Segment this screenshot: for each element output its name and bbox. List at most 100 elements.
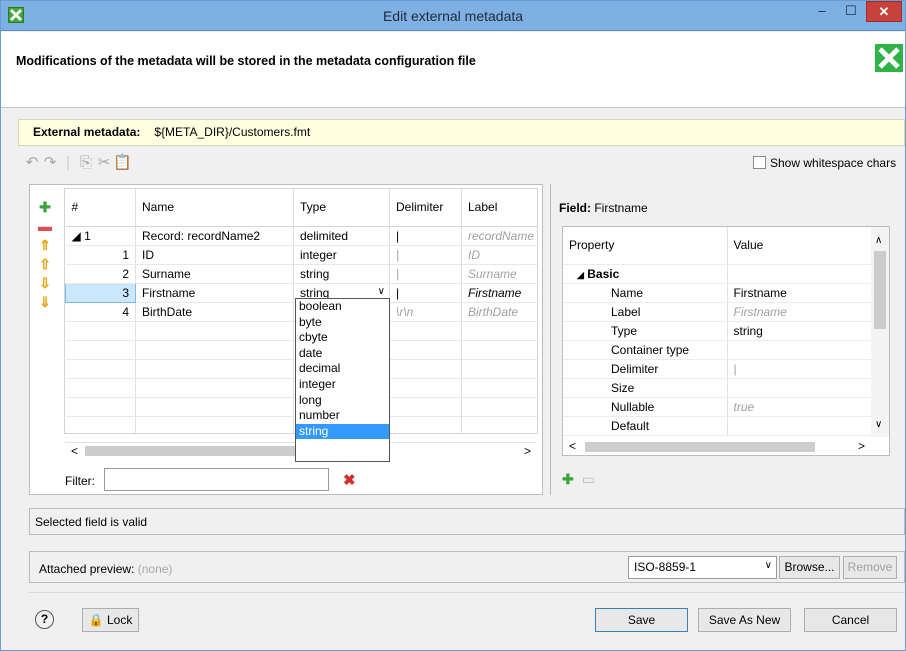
dialog-header: Modifications of the metadata will be st… [1,32,905,108]
column-header[interactable]: Type [293,189,390,227]
collapse-arrow-icon[interactable]: ◢ [72,229,81,243]
cell-type[interactable]: delimited [293,226,390,246]
paste-icon[interactable]: 📋 [113,153,132,171]
cell-label[interactable]: ID [461,245,537,265]
remove-field-icon[interactable]: ▬ [32,218,58,237]
minimize-button[interactable]: – [808,1,836,22]
type-option[interactable]: date [296,346,389,362]
cell-delimiter[interactable]: | [389,245,462,265]
attached-preview-label: Attached preview: (none) [39,562,173,576]
cell-label[interactable]: recordName [461,226,537,246]
browse-button[interactable]: Browse... [779,556,840,579]
property-row[interactable]: Default [563,416,874,436]
external-metadata-path: ${META_DIR}/Customers.fmt [154,125,311,139]
cell-delimiter[interactable]: | [389,283,462,303]
cell-name[interactable]: Firstname [135,283,294,303]
row-number: 1 [65,245,136,265]
column-header[interactable]: Name [135,189,294,227]
window-title: Edit external metadata [382,8,524,24]
property-actions: ✚ ▭ [562,471,595,488]
remove-property-icon[interactable]: ▭ [582,471,595,487]
show-whitespace-checkbox[interactable]: Show whitespace chars [753,156,896,170]
scroll-left-icon[interactable]: < [71,444,78,458]
maximize-button[interactable]: ☐ [837,1,865,22]
move-up-icon[interactable]: ⇧ [32,256,58,275]
property-row[interactable]: Nullable true [563,397,874,417]
property-row[interactable]: Size [563,378,874,398]
cell-delimiter[interactable]: \r\n [389,302,462,322]
move-top-icon[interactable]: ⇑ [32,237,58,256]
property-vertical-scrollbar[interactable]: ∧ ∨ [871,227,889,437]
record-row[interactable]: ◢ 1 Record: recordName2 delimited | reco… [65,226,537,246]
value-column-header[interactable]: Value [727,227,874,265]
copy-icon[interactable]: ⎘ [77,154,95,171]
type-option[interactable]: boolean [296,299,389,315]
scroll-right-icon[interactable]: > [524,444,531,458]
encoding-select[interactable]: ISO-8859-1 ∨ [628,556,777,579]
scroll-right-icon[interactable]: > [858,439,865,453]
cell-name[interactable]: Surname [135,264,294,284]
show-whitespace-label: Show whitespace chars [770,156,897,170]
redo-icon[interactable]: ↷ [41,153,59,171]
cell-label[interactable]: BirthDate [461,302,537,322]
property-row[interactable]: Label Firstname [563,302,874,322]
cell-label[interactable]: Surname [461,264,537,284]
type-option-selected[interactable]: string [296,423,389,440]
filter-label: Filter: [65,474,95,488]
cell-label[interactable]: Firstname [461,283,537,303]
scrollbar-thumb[interactable] [585,442,815,452]
property-horizontal-scrollbar[interactable]: < > [563,438,871,455]
add-field-icon[interactable]: ✚ [32,199,58,218]
property-row[interactable]: Container type [563,340,874,360]
title-bar: Edit external metadata – ☐ ✕ [1,1,905,31]
scroll-down-icon[interactable]: ∨ [875,419,882,430]
cell-type[interactable]: integer [293,245,390,265]
cell-name[interactable]: Record: recordName2 [135,226,294,246]
property-column-header[interactable]: Property [563,227,728,265]
property-row[interactable]: Delimiter | [563,359,874,379]
cut-icon[interactable]: ✂ [95,153,113,171]
type-option[interactable]: number [296,408,389,424]
close-button[interactable]: ✕ [866,1,902,22]
clear-filter-icon[interactable]: ✖ [343,471,356,489]
filter-input[interactable] [104,468,329,491]
column-header[interactable]: Delimiter [389,189,462,227]
scroll-left-icon[interactable]: < [569,439,576,453]
cell-delimiter[interactable]: | [389,264,462,284]
table-row[interactable]: 1 ID integer | ID [65,245,537,265]
cell-name[interactable]: BirthDate [135,302,294,322]
table-row[interactable]: 2 Surname string | Surname [65,264,537,284]
type-option[interactable]: cbyte [296,330,389,346]
lock-button[interactable]: 🔒 Lock [82,608,139,632]
column-header[interactable]: # [65,189,136,227]
chevron-down-icon[interactable]: ∨ [765,560,772,571]
cell-delimiter[interactable]: | [389,226,462,246]
property-row[interactable]: Type string [563,321,874,341]
cell-name[interactable]: ID [135,245,294,265]
move-down-icon[interactable]: ⇩ [32,275,58,294]
save-button[interactable]: Save [595,608,688,632]
scrollbar-thumb[interactable] [874,251,886,329]
header-message: Modifications of the metadata will be st… [16,54,476,68]
type-option[interactable]: decimal [296,361,389,377]
collapse-arrow-icon[interactable]: ◢ [577,270,584,280]
checkbox-box[interactable] [753,156,766,169]
save-as-new-button[interactable]: Save As New [698,608,791,632]
property-group-row[interactable]: ◢ Basic [563,264,874,284]
move-bottom-icon[interactable]: ⇓ [32,294,58,313]
cell-type[interactable]: string [293,264,390,284]
help-icon[interactable]: ? [35,610,54,629]
type-option[interactable]: byte [296,315,389,331]
property-group[interactable]: ◢ Basic [563,264,728,284]
type-option[interactable]: long [296,393,389,409]
type-option[interactable]: integer [296,377,389,393]
remove-button[interactable]: Remove [843,556,897,579]
column-header[interactable]: Label [461,189,537,227]
chevron-down-icon[interactable]: ∨ [378,286,385,297]
add-property-icon[interactable]: ✚ [562,471,574,487]
scroll-up-icon[interactable]: ∧ [875,235,882,246]
row-number: 4 [65,302,136,322]
cancel-button[interactable]: Cancel [804,608,897,632]
property-row[interactable]: Name Firstname [563,283,874,303]
undo-icon[interactable]: ↶ [23,153,41,171]
